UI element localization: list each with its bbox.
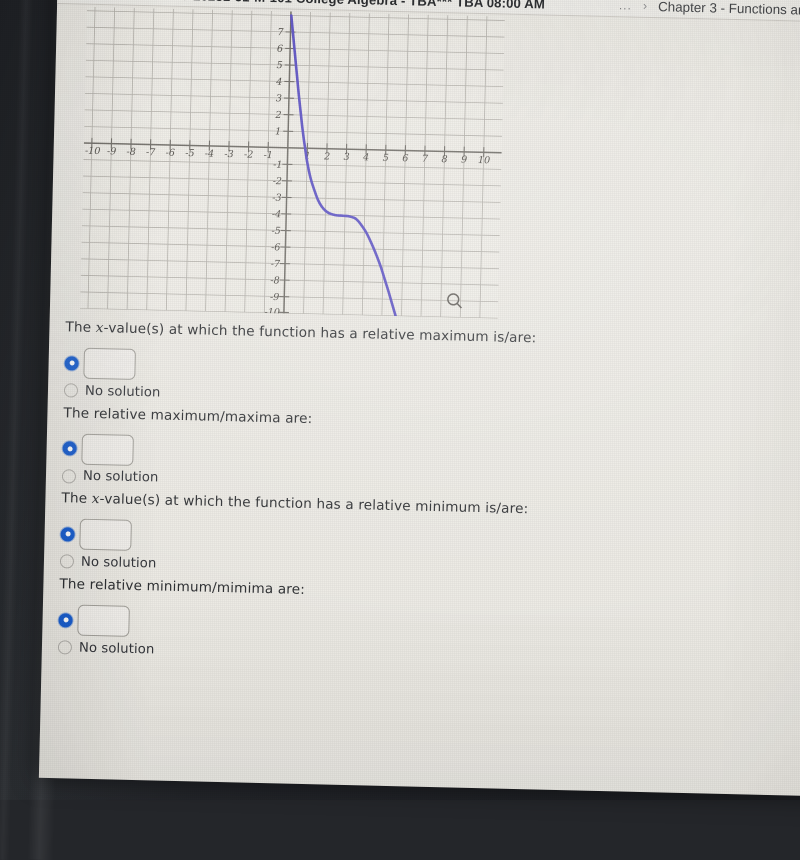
y-tick-label: -10: [264, 307, 280, 318]
y-tick-label: 1: [275, 126, 281, 137]
radio-no-solution[interactable]: [58, 640, 72, 654]
answer-input[interactable]: [77, 605, 130, 637]
y-tick-label: -5: [271, 226, 281, 237]
answer-input[interactable]: [79, 519, 132, 551]
y-tick-label: 4: [275, 77, 282, 88]
radio-answer-input[interactable]: [62, 441, 76, 455]
no-solution-label: No solution: [81, 555, 157, 572]
y-tick-label: 5: [276, 60, 282, 71]
x-tick-label: 4: [362, 152, 369, 163]
x-tick-label: 7: [422, 154, 429, 165]
x-tick-label: 9: [461, 155, 467, 166]
x-tick-label: 3: [343, 152, 349, 163]
x-tick-label: 8: [441, 154, 447, 165]
x-tick-label: -9: [107, 146, 117, 157]
screen-content: MAC1105-20231-51-M-101 College Algebra -…: [39, 0, 800, 796]
breadcrumb-overflow-button[interactable]: ...: [619, 0, 632, 13]
answer-input[interactable]: [81, 433, 134, 465]
x-tick-label: 5: [383, 153, 389, 164]
y-tick-label: -7: [271, 259, 281, 270]
question-group: The x-value(s) at which the function has…: [64, 318, 706, 413]
prompt-text-before: The: [61, 490, 92, 507]
radio-no-solution[interactable]: [60, 555, 74, 569]
radio-answer-input[interactable]: [60, 527, 74, 541]
x-tick-label: 2: [323, 151, 330, 162]
prompt-text-before: The relative maximum/maxima are:: [63, 405, 312, 427]
radio-no-solution[interactable]: [62, 469, 76, 483]
chevron-right-icon: ›: [643, 0, 648, 13]
radio-answer-input[interactable]: [58, 613, 72, 627]
x-tick-label: -4: [205, 149, 215, 160]
question-group: The x-value(s) at which the function has…: [60, 489, 702, 584]
x-tick-label: -1: [263, 150, 273, 161]
no-solution-label: No solution: [85, 383, 161, 400]
prompt-text-before: The relative minimum/mimima are:: [59, 576, 305, 598]
y-tick-label: -6: [271, 242, 281, 253]
x-tick-label: -2: [244, 149, 254, 160]
breadcrumb: ... › Chapter 3 - Functions and G: [619, 0, 800, 18]
y-tick-label: -9: [270, 292, 280, 303]
radio-no-solution[interactable]: [64, 383, 78, 397]
x-tick-label: -7: [146, 147, 156, 158]
x-tick-label: -5: [185, 148, 195, 159]
question-group: The relative maximum/maxima are: No solu…: [62, 404, 704, 499]
x-tick-label: 10: [478, 155, 490, 166]
questions-list: The x-value(s) at which the function has…: [58, 318, 706, 675]
radio-answer-input[interactable]: [64, 356, 78, 370]
answer-input[interactable]: [83, 348, 136, 380]
graph-canvas[interactable]: -10 -9 -8 -7 -6 -5 -4 -3 -2 -1 1 2 3 4 5…: [80, 7, 505, 319]
x-tick-label: -6: [165, 148, 175, 159]
y-tick-label: 3: [276, 93, 282, 104]
y-tick-label: -2: [272, 176, 282, 187]
prompt-text-before: The: [65, 319, 96, 336]
no-solution-label: No solution: [83, 469, 159, 486]
y-tick-label: 2: [274, 110, 281, 121]
y-tick-label: -3: [272, 193, 282, 204]
prompt-text-after: -value(s) at which the function has a re…: [99, 491, 528, 517]
y-tick-label: -8: [270, 275, 280, 286]
function-graph[interactable]: -10 -9 -8 -7 -6 -5 -4 -3 -2 -1 1 2 3 4 5…: [80, 7, 505, 319]
x-tick-label: -8: [126, 147, 136, 158]
question-group: The relative minimum/mimima are: No solu…: [58, 575, 700, 670]
y-tick-label: -4: [272, 209, 282, 220]
x-tick-label: -10: [85, 146, 101, 157]
y-tick-label: 6: [277, 44, 283, 55]
prompt-text-after: -value(s) at which the function has a re…: [103, 320, 536, 346]
x-tick-label: 6: [402, 153, 408, 164]
x-tick-label: -3: [224, 149, 234, 160]
no-solution-label: No solution: [79, 640, 155, 657]
breadcrumb-current-item[interactable]: Chapter 3 - Functions and G: [658, 0, 800, 18]
y-tick-label: -1: [273, 160, 283, 171]
